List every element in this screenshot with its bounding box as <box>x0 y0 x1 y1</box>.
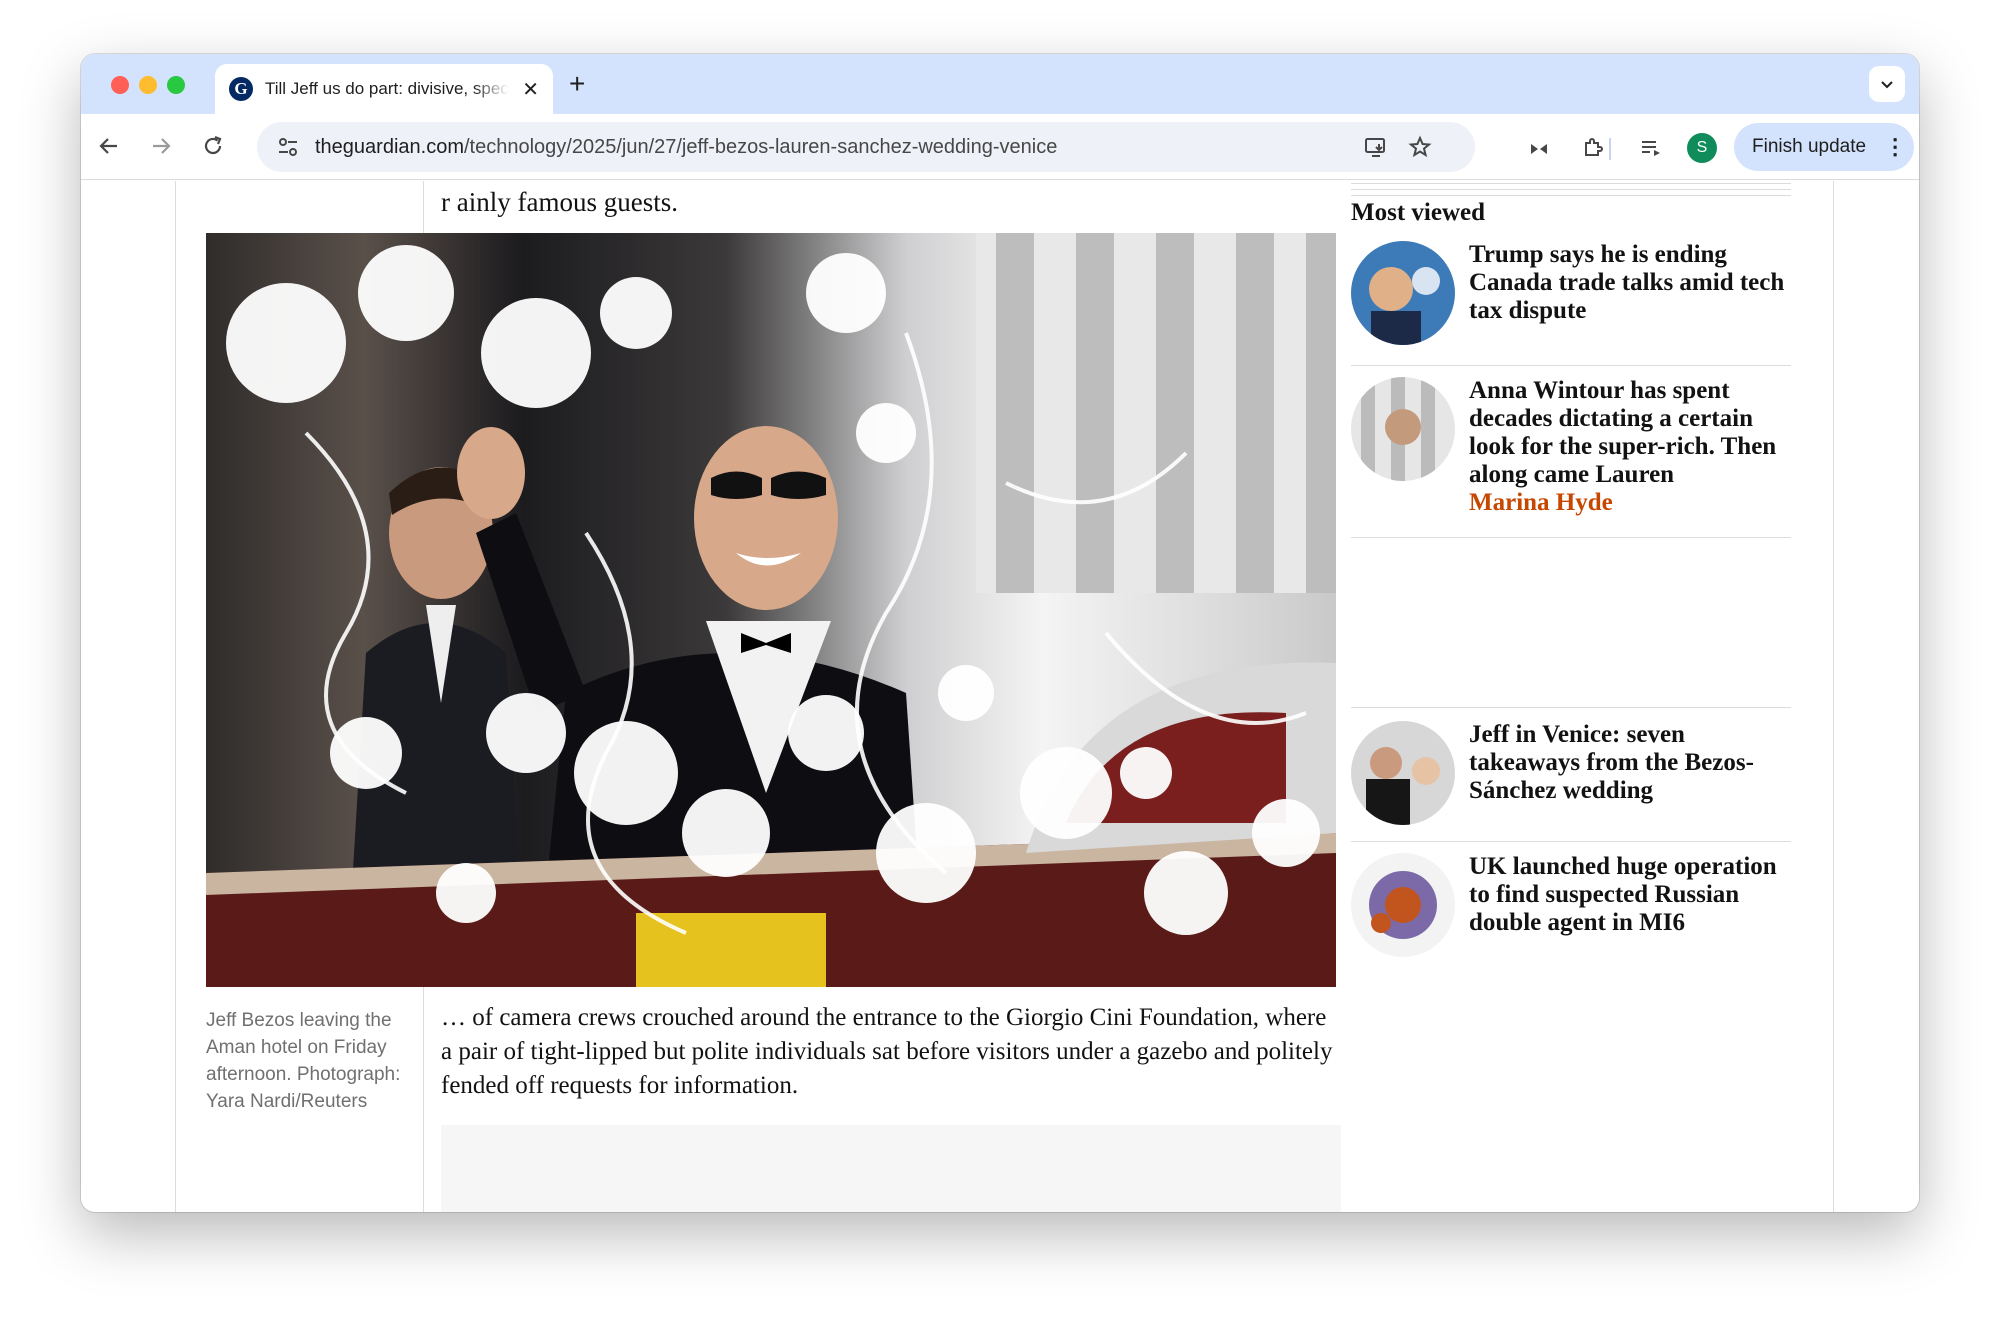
url-domain: theguardian.com <box>315 135 464 158</box>
most-viewed-headline: UK launched huge operation to find suspe… <box>1469 853 1777 936</box>
address-bar[interactable]: theguardian.com/technology/2025/jun/27/j… <box>257 122 1475 172</box>
most-viewed-headline-text: Anna Wintour has spent decades dictating… <box>1469 377 1777 488</box>
most-viewed-heading: Most viewed <box>1351 199 1485 226</box>
article-main-photo[interactable] <box>206 233 1336 987</box>
reload-icon[interactable] <box>195 128 231 164</box>
toolbar-divider <box>1609 138 1611 160</box>
install-app-icon[interactable] <box>1363 134 1389 160</box>
finish-update-button[interactable]: Finish update ⋮ <box>1734 123 1914 171</box>
minimize-window-button[interactable] <box>139 76 157 94</box>
finish-update-label: Finish update <box>1752 136 1867 157</box>
most-viewed-separator <box>1351 841 1791 842</box>
url-text: theguardian.com/technology/2025/jun/27/j… <box>315 136 1057 159</box>
most-viewed-headline: Trump says he is ending Canada trade tal… <box>1469 241 1785 324</box>
browser-toolbar: theguardian.com/technology/2025/jun/27/j… <box>81 114 1919 180</box>
site-info-tune-icon[interactable] <box>275 134 301 160</box>
most-viewed-separator <box>1351 707 1791 708</box>
close-window-button[interactable] <box>111 76 129 94</box>
back-arrow-icon[interactable] <box>91 128 127 164</box>
column-rule-left <box>175 181 176 1212</box>
page-content: r ainly famous guests. Jeff Bezos leavin… <box>81 181 1919 1212</box>
maximize-window-button[interactable] <box>167 76 185 94</box>
profile-avatar[interactable]: S <box>1687 133 1717 163</box>
most-viewed-headline: Anna Wintour has spent decades dictating… <box>1469 377 1787 517</box>
tab-strip: G Till Jeff us do part: divisive, specta… <box>81 54 1919 114</box>
article-text-fragment: r ainly famous guests. <box>441 187 678 217</box>
guardian-favicon-icon: G <box>229 77 253 101</box>
active-tab[interactable]: G Till Jeff us do part: divisive, specta… <box>215 64 553 114</box>
url-path: /technology/2025/jun/27/jeff-bezos-laure… <box>463 135 1058 158</box>
most-viewed-thumbnail <box>1351 377 1455 481</box>
extension-puzzle-alt-icon[interactable] <box>1525 134 1553 162</box>
browser-window: G Till Jeff us do part: divisive, specta… <box>81 54 1919 1212</box>
most-viewed-thumbnail <box>1351 241 1455 345</box>
tab-close-icon[interactable]: ✕ <box>522 77 539 102</box>
most-viewed-thumbnail <box>1351 721 1455 825</box>
more-menu-icon[interactable]: ⋮ <box>1884 134 1906 160</box>
extensions-puzzle-icon[interactable] <box>1579 134 1607 162</box>
tab-title: Till Jeff us do part: divisive, spectacu… <box>265 79 509 98</box>
photo-caption: Jeff Bezos leaving the Aman hotel on Fri… <box>206 1010 401 1112</box>
new-tab-button[interactable]: + <box>569 68 585 100</box>
reading-list-icon[interactable] <box>1637 134 1665 162</box>
most-viewed-byline: Marina Hyde <box>1469 489 1613 516</box>
article-body-paragraph: … of camera crews crouched around the en… <box>441 1004 1333 1099</box>
tab-search-chevron-icon[interactable] <box>1869 66 1905 102</box>
forward-arrow-icon[interactable] <box>143 128 179 164</box>
column-rule-right <box>1833 181 1834 1212</box>
most-viewed-separator <box>1351 537 1791 538</box>
bookmark-star-icon[interactable] <box>1407 134 1433 160</box>
most-viewed-sidebar: Most viewed Trump says he is ending Cana… <box>1351 181 1791 1212</box>
most-viewed-headline: Jeff in Venice: seven takeaways from the… <box>1469 721 1754 804</box>
most-viewed-separator <box>1351 365 1791 366</box>
most-viewed-thumbnail <box>1351 853 1455 957</box>
advertisement-slot <box>441 1125 1341 1212</box>
photo-illustration <box>206 233 1336 987</box>
